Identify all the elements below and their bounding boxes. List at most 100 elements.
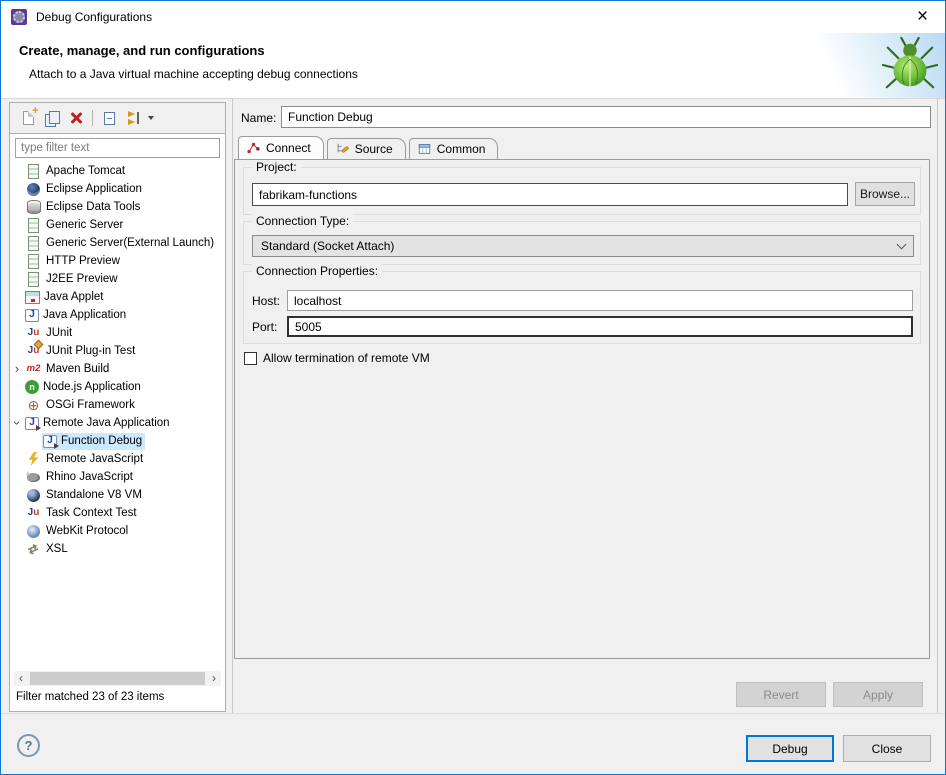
help-button[interactable]: ?: [17, 734, 40, 757]
server-icon: [25, 217, 42, 233]
name-input[interactable]: [281, 106, 931, 128]
tree-item-label: OSGi Framework: [46, 399, 135, 411]
server-icon: [25, 163, 42, 179]
delete-configuration-button[interactable]: [64, 106, 88, 130]
project-group-label: Project:: [252, 160, 301, 174]
tree-item-content[interactable]: Generic Server(External Launch): [24, 235, 217, 252]
tree-item-content[interactable]: ⇄XSL: [24, 541, 71, 558]
browse-button[interactable]: Browse...: [855, 182, 915, 206]
revert-button[interactable]: Revert: [736, 682, 826, 707]
tree-item[interactable]: nNode.js Application: [10, 378, 225, 396]
tree-item[interactable]: JuTask Context Test: [10, 504, 225, 522]
tree-item[interactable]: JuJUnit: [10, 324, 225, 342]
chevron-collapsed-icon[interactable]: ›: [10, 362, 24, 376]
tree-item[interactable]: ›JRemote Java Application: [10, 414, 225, 432]
tree-item-selected[interactable]: JFunction Debug: [42, 433, 145, 450]
tree-panel: Apache Tomcat Eclipse Application Eclipse …: [10, 133, 225, 711]
tree-item[interactable]: JJava Application: [10, 306, 225, 324]
title-bar: Debug Configurations ×: [1, 1, 945, 33]
tree-item-content[interactable]: Remote JavaScript: [24, 451, 146, 468]
tree-item[interactable]: Remote JavaScript: [10, 450, 225, 468]
duplicate-icon: [45, 111, 59, 126]
tree-item[interactable]: J2EE Preview: [10, 270, 225, 288]
horizontal-scrollbar[interactable]: ‹ ›: [14, 671, 221, 686]
tree-item[interactable]: JFunction Debug: [10, 432, 225, 450]
allow-termination-label: Allow termination of remote VM: [263, 351, 430, 365]
tree-item-content[interactable]: Eclipse Application: [24, 181, 145, 198]
allow-termination-checkbox[interactable]: [244, 352, 257, 365]
tree-item-label: Node.js Application: [43, 381, 141, 393]
debug-configurations-dialog: Debug Configurations × Create, manage, a…: [0, 0, 946, 775]
tree-item-label: Rhino JavaScript: [46, 471, 133, 483]
server-icon: [25, 271, 42, 287]
tree-item-content[interactable]: Rhino JavaScript: [24, 469, 136, 486]
header-subtitle: Attach to a Java virtual machine accepti…: [29, 67, 358, 81]
tree-item-content[interactable]: JRemote Java Application: [24, 415, 173, 432]
apply-button[interactable]: Apply: [833, 682, 923, 707]
tree-item-content[interactable]: ⊕OSGi Framework: [24, 397, 138, 414]
host-input[interactable]: [287, 290, 913, 311]
v8-icon: [25, 487, 42, 503]
tree-item-content[interactable]: JuJUnit Plug-in Test: [24, 343, 138, 360]
window-close-icon[interactable]: ×: [900, 1, 945, 32]
junit-icon: Ju: [25, 505, 42, 521]
tree-item-content[interactable]: m2Maven Build: [24, 361, 112, 378]
tree-item-content[interactable]: J2EE Preview: [24, 271, 121, 288]
new-configuration-button[interactable]: [16, 106, 40, 130]
tree-item[interactable]: Standalone V8 VM: [10, 486, 225, 504]
tree-item[interactable]: Eclipse Data Tools: [10, 198, 225, 216]
tree-item[interactable]: Eclipse Application: [10, 180, 225, 198]
window-title: Debug Configurations: [36, 10, 152, 24]
tree-item[interactable]: ⇄XSL: [10, 540, 225, 558]
tree-item-content[interactable]: JuTask Context Test: [24, 505, 140, 522]
tree-item-label: Generic Server(External Launch): [46, 237, 214, 249]
tab-connect[interactable]: Connect: [238, 136, 324, 159]
tree-item-label: Eclipse Application: [46, 183, 142, 195]
connection-type-select[interactable]: Standard (Socket Attach): [252, 235, 914, 257]
sidebar-toolbar: [10, 103, 225, 133]
scroll-left-icon[interactable]: ‹: [14, 672, 28, 685]
project-input[interactable]: [252, 183, 848, 206]
tab-source[interactable]: Source: [327, 138, 406, 159]
scrollbar-thumb[interactable]: [30, 672, 205, 685]
tree-item-content[interactable]: JJava Application: [24, 307, 129, 324]
rhino-icon: [25, 469, 42, 485]
server-icon: [25, 253, 42, 269]
duplicate-configuration-button[interactable]: [40, 106, 64, 130]
port-input[interactable]: [287, 316, 913, 337]
tree-item-content[interactable]: Standalone V8 VM: [24, 487, 145, 504]
tab-connect-label: Connect: [266, 141, 311, 155]
tree-item-content[interactable]: Java Applet: [24, 289, 106, 306]
chevron-expanded-icon[interactable]: ›: [10, 416, 24, 430]
tree-item[interactable]: WebKit Protocol: [10, 522, 225, 540]
tree-item[interactable]: Apache Tomcat: [10, 162, 225, 180]
tree-item-content[interactable]: Generic Server: [24, 217, 126, 234]
tree-item-content[interactable]: WebKit Protocol: [24, 523, 131, 540]
scroll-right-icon[interactable]: ›: [207, 672, 221, 685]
close-button[interactable]: Close: [843, 735, 931, 762]
tree-item[interactable]: JuJUnit Plug-in Test: [10, 342, 225, 360]
connection-type-group-label: Connection Type:: [252, 214, 353, 228]
tree-item[interactable]: Generic Server: [10, 216, 225, 234]
tree-item[interactable]: Rhino JavaScript: [10, 468, 225, 486]
tree-item[interactable]: ⊕OSGi Framework: [10, 396, 225, 414]
filter-menu-dropdown-icon[interactable]: [148, 116, 154, 120]
allow-termination-checkbox-row[interactable]: Allow termination of remote VM: [244, 351, 430, 365]
tree-item[interactable]: ›m2Maven Build: [10, 360, 225, 378]
tree-item-content[interactable]: HTTP Preview: [24, 253, 123, 270]
tree-item-content[interactable]: Apache Tomcat: [24, 163, 128, 180]
debug-button[interactable]: Debug: [746, 735, 834, 762]
tree-item[interactable]: Java Applet: [10, 288, 225, 306]
collapse-all-icon: [104, 112, 115, 125]
collapse-all-button[interactable]: [97, 106, 121, 130]
tree-item[interactable]: Generic Server(External Launch): [10, 234, 225, 252]
config-tree: Apache Tomcat Eclipse Application Eclipse …: [10, 162, 225, 558]
tree-item-content[interactable]: nNode.js Application: [24, 379, 144, 396]
filter-launch-configurations-button[interactable]: [121, 106, 145, 130]
filter-input[interactable]: [15, 138, 220, 158]
tree-item-content[interactable]: JuJUnit: [24, 325, 75, 342]
tab-common[interactable]: Common: [409, 138, 499, 159]
tree-item-content[interactable]: Eclipse Data Tools: [24, 199, 143, 216]
tree-item-label: Java Applet: [44, 291, 103, 303]
tree-item[interactable]: HTTP Preview: [10, 252, 225, 270]
